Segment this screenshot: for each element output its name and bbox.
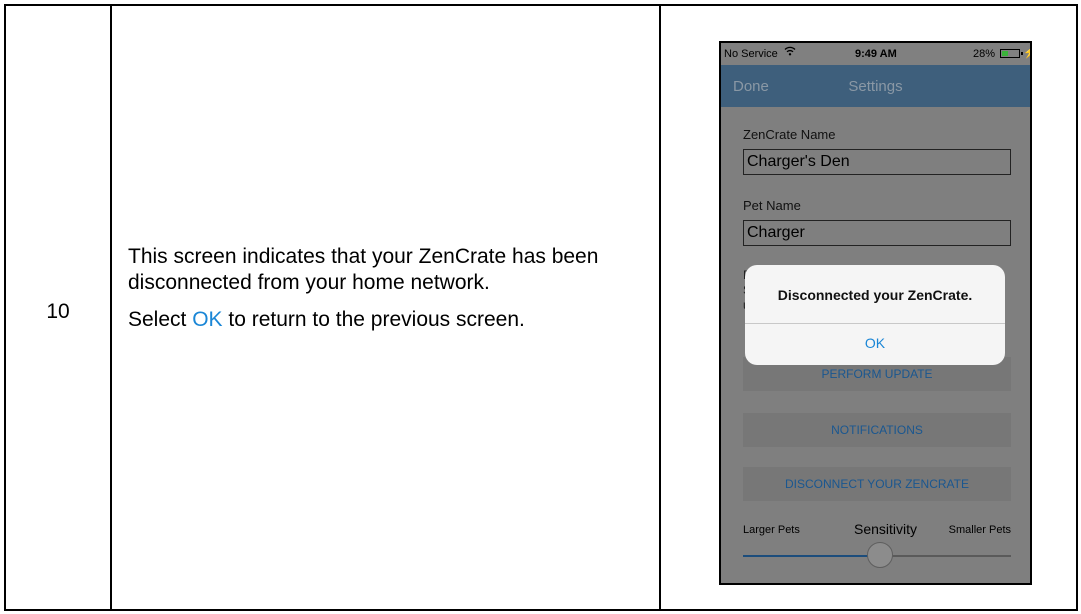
zencrate-name-label: ZenCrate Name <box>743 127 836 142</box>
step-description: This screen indicates that your ZenCrate… <box>128 244 648 344</box>
sensitivity-label: Sensitivity <box>854 521 918 537</box>
battery-percent: 28% <box>973 48 996 60</box>
charging-icon: ⚡ <box>1023 46 1030 59</box>
larger-pets-label: Larger Pets <box>743 524 800 536</box>
column-divider <box>659 6 661 609</box>
description-instruction: Select OK to return to the previous scre… <box>128 307 648 333</box>
pet-name-label: Pet Name <box>743 198 801 213</box>
phone-screenshot: No Service 9:49 AM 28% ⚡ Done Settings Z… <box>719 41 1032 585</box>
zencrate-name-field[interactable]: Charger's Den <box>743 149 1011 175</box>
ok-reference: OK <box>192 308 223 331</box>
alert-message: Disconnected your ZenCrate. <box>777 287 973 303</box>
status-bar: No Service 9:49 AM 28% ⚡ <box>721 43 1030 65</box>
notifications-button[interactable]: NOTIFICATIONS <box>743 413 1011 447</box>
description-text: This screen indicates that your ZenCrate… <box>128 245 599 294</box>
sensitivity-slider-fill <box>743 555 880 557</box>
nav-title: Settings <box>848 78 903 95</box>
smaller-pets-label: Smaller Pets <box>948 524 1011 536</box>
status-time: 9:49 AM <box>855 48 897 60</box>
sensitivity-slider-thumb[interactable] <box>866 542 893 568</box>
instruction-prefix: Select <box>128 308 193 331</box>
disconnect-zencrate-button[interactable]: DISCONNECT YOUR ZENCRATE <box>743 467 1011 501</box>
instruction-table: 10 This screen indicates that your ZenCr… <box>4 4 1078 611</box>
column-divider <box>110 6 112 609</box>
instruction-suffix: to return to the previous screen. <box>222 308 525 331</box>
pet-name-field[interactable]: Charger <box>743 220 1011 246</box>
nav-bar: Done Settings <box>721 65 1030 107</box>
alert-ok-button[interactable]: OK <box>745 335 1005 351</box>
disconnected-alert: Disconnected your ZenCrate. OK <box>745 265 1005 365</box>
alert-divider <box>745 323 1005 324</box>
step-number: 10 <box>46 300 70 323</box>
wifi-icon <box>784 46 796 59</box>
battery-icon <box>1000 49 1023 58</box>
sensitivity-labels: Larger Pets Sensitivity Smaller Pets <box>743 519 1011 539</box>
carrier-text: No Service <box>724 48 778 60</box>
